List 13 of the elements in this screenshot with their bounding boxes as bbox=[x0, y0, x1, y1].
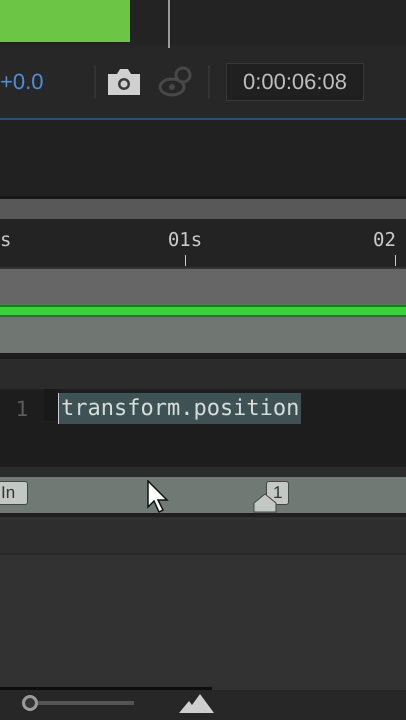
time-label: 01s bbox=[168, 229, 202, 251]
timecode-display[interactable]: 0:00:06:08 bbox=[226, 62, 364, 100]
camera-icon[interactable] bbox=[106, 68, 142, 96]
expression-editor[interactable]: 1 transform.position bbox=[0, 389, 406, 477]
mouse-cursor bbox=[146, 480, 172, 514]
expression-code[interactable]: transform.position bbox=[58, 393, 302, 424]
slider-thumb[interactable] bbox=[22, 695, 38, 711]
exposure-value[interactable]: +0.0 bbox=[0, 68, 84, 94]
playhead-line bbox=[168, 0, 170, 48]
marker-label[interactable]: In bbox=[0, 481, 28, 505]
time-label: s bbox=[0, 229, 12, 251]
work-area-bar[interactable] bbox=[0, 305, 406, 317]
time-label: 02 bbox=[373, 229, 396, 251]
